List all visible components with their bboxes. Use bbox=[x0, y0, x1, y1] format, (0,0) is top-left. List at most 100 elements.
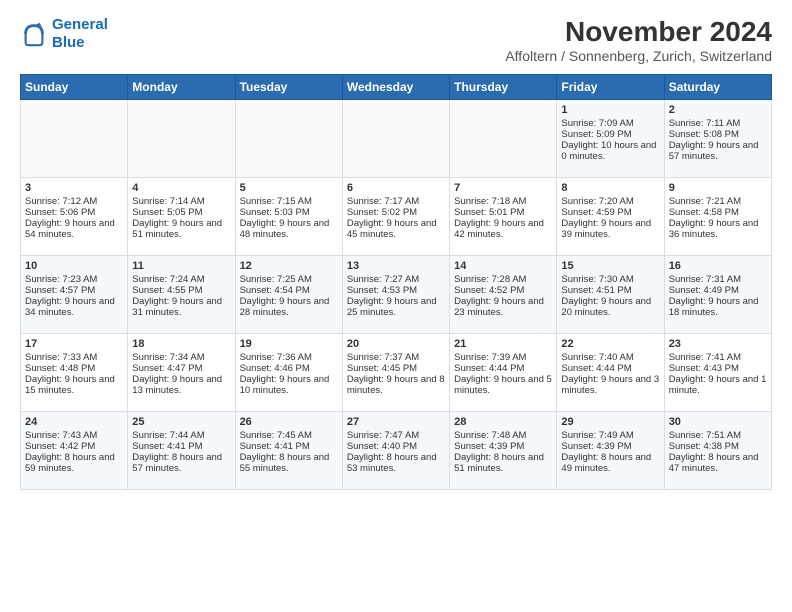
day-info-line: Daylight: 9 hours and 57 minutes. bbox=[669, 140, 767, 162]
calendar-day-cell: 25 Sunrise: 7:44 AMSunset: 4:41 PMDayligh… bbox=[128, 412, 235, 490]
day-info-line: Sunset: 4:59 PM bbox=[561, 207, 659, 218]
day-info-line: Sunrise: 7:21 AM bbox=[669, 196, 767, 207]
calendar-day-cell: 21Sunrise: 7:39 AMSunset: 4:44 PMDayligh… bbox=[450, 334, 557, 412]
logo-text: General Blue bbox=[52, 16, 108, 52]
day-info-line: Daylight: 9 hours and 45 minutes. bbox=[347, 218, 445, 240]
calendar-header-cell: Sunday bbox=[21, 75, 128, 100]
calendar-day-cell: 2Sunrise: 7:11 AMSunset: 5:08 PMDaylight… bbox=[664, 100, 771, 178]
day-number: 15 bbox=[561, 260, 659, 272]
day-info-line: Sunset: 4:41 PM bbox=[132, 441, 230, 452]
day-info-line: Sunrise: 7:11 AM bbox=[669, 118, 767, 129]
calendar-header-cell: Friday bbox=[557, 75, 664, 100]
day-info-line: Daylight: 9 hours and 48 minutes. bbox=[240, 218, 338, 240]
day-info-line: Sunrise: 7:25 AM bbox=[240, 274, 338, 285]
day-info-line: Sunrise: 7:20 AM bbox=[561, 196, 659, 207]
calendar-day-cell: 14Sunrise: 7:28 AMSunset: 4:52 PMDayligh… bbox=[450, 256, 557, 334]
day-info-line: Sunrise: 7:09 AM bbox=[561, 118, 659, 129]
calendar-day-cell: 5Sunrise: 7:15 AMSunset: 5:03 PMDaylight… bbox=[235, 178, 342, 256]
calendar-day-cell: 11Sunrise: 7:24 AMSunset: 4:55 PMDayligh… bbox=[128, 256, 235, 334]
header: General Blue November 2024 Affoltern / S… bbox=[20, 16, 772, 64]
calendar-week-row: 3Sunrise: 7:12 AMSunset: 5:06 PMDaylight… bbox=[21, 178, 772, 256]
day-info-line: Daylight: 8 hours and 57 minutes. bbox=[132, 452, 230, 474]
day-info-line: Daylight: 9 hours and 36 minutes. bbox=[669, 218, 767, 240]
calendar-day-cell: 10Sunrise: 7:23 AMSunset: 4:57 PMDayligh… bbox=[21, 256, 128, 334]
day-info-line: Sunrise: 7:28 AM bbox=[454, 274, 552, 285]
day-info-line: Sunset: 4:40 PM bbox=[347, 441, 445, 452]
day-number: 14 bbox=[454, 260, 552, 272]
day-info-line: Sunset: 4:44 PM bbox=[454, 363, 552, 374]
subtitle: Affoltern / Sonnenberg, Zurich, Switzerl… bbox=[505, 48, 772, 64]
day-info-line: Daylight: 9 hours and 20 minutes. bbox=[561, 296, 659, 318]
day-info-line: Daylight: 9 hours and 39 minutes. bbox=[561, 218, 659, 240]
day-info-line: Daylight: 9 hours and 23 minutes. bbox=[454, 296, 552, 318]
calendar-day-cell: 1Sunrise: 7:09 AMSunset: 5:09 PMDaylight… bbox=[557, 100, 664, 178]
day-info-line: Daylight: 9 hours and 25 minutes. bbox=[347, 296, 445, 318]
calendar-day-cell: 7Sunrise: 7:18 AMSunset: 5:01 PMDaylight… bbox=[450, 178, 557, 256]
day-info-line: Sunset: 4:43 PM bbox=[669, 363, 767, 374]
calendar-header-cell: Thursday bbox=[450, 75, 557, 100]
logo-icon bbox=[20, 20, 48, 48]
calendar-week-row: 10Sunrise: 7:23 AMSunset: 4:57 PMDayligh… bbox=[21, 256, 772, 334]
calendar-day-cell: 15Sunrise: 7:30 AMSunset: 4:51 PMDayligh… bbox=[557, 256, 664, 334]
day-info-line: Sunset: 4:39 PM bbox=[561, 441, 659, 452]
day-number: 22 bbox=[561, 338, 659, 350]
calendar-day-cell: 20Sunrise: 7:37 AMSunset: 4:45 PMDayligh… bbox=[342, 334, 449, 412]
calendar-day-cell: 28Sunrise: 7:48 AMSunset: 4:39 PMDayligh… bbox=[450, 412, 557, 490]
day-number: 2 bbox=[669, 104, 767, 116]
day-info-line: Sunrise: 7:44 AM bbox=[132, 430, 230, 441]
day-info-line: Sunrise: 7:37 AM bbox=[347, 352, 445, 363]
day-info-line: Sunset: 5:03 PM bbox=[240, 207, 338, 218]
day-info-line: Sunrise: 7:33 AM bbox=[25, 352, 123, 363]
day-info-line: Sunset: 5:05 PM bbox=[132, 207, 230, 218]
day-info-line: Sunrise: 7:31 AM bbox=[669, 274, 767, 285]
calendar-day-cell: 29Sunrise: 7:49 AMSunset: 4:39 PMDayligh… bbox=[557, 412, 664, 490]
main-title: November 2024 bbox=[505, 16, 772, 48]
day-number: 1 bbox=[561, 104, 659, 116]
day-info-line: Sunset: 4:42 PM bbox=[25, 441, 123, 452]
day-info-line: Sunrise: 7:27 AM bbox=[347, 274, 445, 285]
calendar-day-cell: 4Sunrise: 7:14 AMSunset: 5:05 PMDaylight… bbox=[128, 178, 235, 256]
day-info-line: Sunset: 4:58 PM bbox=[669, 207, 767, 218]
day-number: 17 bbox=[25, 338, 123, 350]
logo-line2: Blue bbox=[52, 34, 85, 51]
calendar-day-cell: 9Sunrise: 7:21 AMSunset: 4:58 PMDaylight… bbox=[664, 178, 771, 256]
day-info-line: Daylight: 8 hours and 53 minutes. bbox=[347, 452, 445, 474]
day-number: 19 bbox=[240, 338, 338, 350]
day-number: 27 bbox=[347, 416, 445, 428]
day-number: 8 bbox=[561, 182, 659, 194]
day-info-line: Daylight: 9 hours and 31 minutes. bbox=[132, 296, 230, 318]
calendar-header-cell: Saturday bbox=[664, 75, 771, 100]
day-info-line: Daylight: 8 hours and 59 minutes. bbox=[25, 452, 123, 474]
day-info-line: Daylight: 8 hours and 55 minutes. bbox=[240, 452, 338, 474]
day-info-line: Sunset: 5:02 PM bbox=[347, 207, 445, 218]
calendar-day-cell: 26Sunrise: 7:45 AMSunset: 4:41 PMDayligh… bbox=[235, 412, 342, 490]
day-info-line: Daylight: 9 hours and 34 minutes. bbox=[25, 296, 123, 318]
title-block: November 2024 Affoltern / Sonnenberg, Zu… bbox=[505, 16, 772, 64]
calendar-header-cell: Monday bbox=[128, 75, 235, 100]
day-info-line: Sunset: 4:55 PM bbox=[132, 285, 230, 296]
day-info-line: Sunset: 4:39 PM bbox=[454, 441, 552, 452]
day-info-line: Daylight: 9 hours and 1 minute. bbox=[669, 374, 767, 396]
calendar-day-cell: 30Sunrise: 7:51 AMSunset: 4:38 PMDayligh… bbox=[664, 412, 771, 490]
day-info-line: Sunset: 5:01 PM bbox=[454, 207, 552, 218]
calendar-day-cell bbox=[235, 100, 342, 178]
day-info-line: Sunset: 5:09 PM bbox=[561, 129, 659, 140]
day-info-line: Daylight: 9 hours and 8 minutes. bbox=[347, 374, 445, 396]
day-info-line: Sunrise: 7:51 AM bbox=[669, 430, 767, 441]
day-info-line: Sunrise: 7:14 AM bbox=[132, 196, 230, 207]
day-info-line: Sunrise: 7:45 AM bbox=[240, 430, 338, 441]
day-info-line: Daylight: 9 hours and 13 minutes. bbox=[132, 374, 230, 396]
calendar-header-cell: Wednesday bbox=[342, 75, 449, 100]
day-info-line: Daylight: 9 hours and 54 minutes. bbox=[25, 218, 123, 240]
day-info-line: Sunset: 4:49 PM bbox=[669, 285, 767, 296]
day-number: 25 bbox=[132, 416, 230, 428]
day-info-line: Sunset: 4:38 PM bbox=[669, 441, 767, 452]
day-info-line: Daylight: 9 hours and 15 minutes. bbox=[25, 374, 123, 396]
day-number: 24 bbox=[25, 416, 123, 428]
day-info-line: Sunrise: 7:39 AM bbox=[454, 352, 552, 363]
day-info-line: Sunrise: 7:18 AM bbox=[454, 196, 552, 207]
day-number: 10 bbox=[25, 260, 123, 272]
calendar-day-cell bbox=[342, 100, 449, 178]
calendar-day-cell: 19Sunrise: 7:36 AMSunset: 4:46 PMDayligh… bbox=[235, 334, 342, 412]
day-info-line: Sunrise: 7:30 AM bbox=[561, 274, 659, 285]
